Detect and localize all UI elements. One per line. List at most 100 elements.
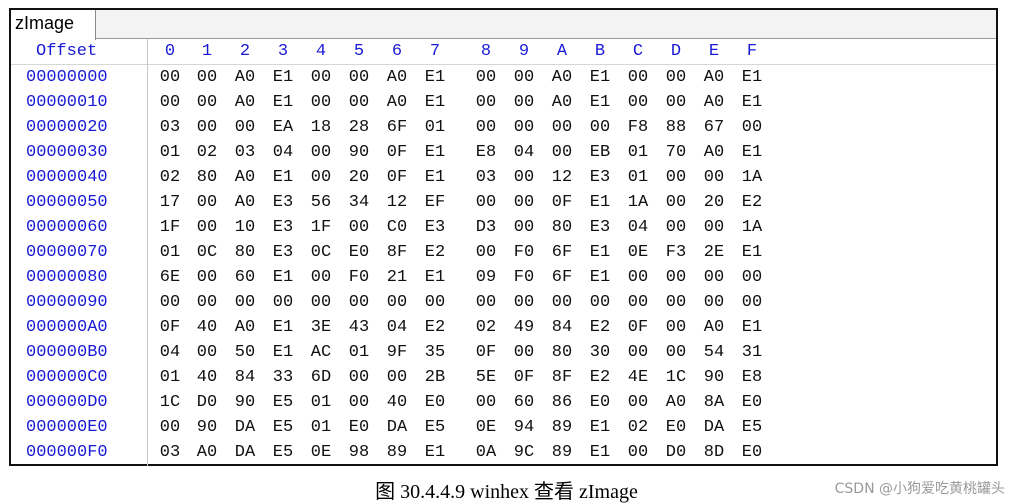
hex-byte[interactable]: 9C — [512, 440, 536, 465]
hex-byte[interactable]: 00 — [702, 265, 726, 290]
hex-byte[interactable]: 04 — [271, 140, 295, 165]
hex-byte[interactable]: E1 — [423, 265, 447, 290]
hex-byte[interactable]: E0 — [588, 390, 612, 415]
hex-byte[interactable]: 0F — [385, 165, 409, 190]
hex-byte[interactable]: 00 — [588, 290, 612, 315]
hex-byte[interactable]: 00 — [664, 290, 688, 315]
hex-byte[interactable]: 00 — [474, 290, 498, 315]
row-offset[interactable]: 00000070 — [26, 240, 108, 265]
row-offset[interactable]: 00000060 — [26, 215, 108, 240]
hex-byte[interactable]: 3E — [309, 315, 333, 340]
hex-byte[interactable]: A0 — [550, 90, 574, 115]
hex-byte[interactable]: 00 — [158, 65, 182, 90]
hex-byte[interactable]: 00 — [347, 215, 371, 240]
hex-byte[interactable]: 88 — [664, 115, 688, 140]
hex-byte[interactable]: 1C — [664, 365, 688, 390]
hex-byte[interactable]: 00 — [702, 165, 726, 190]
row-offset[interactable]: 00000030 — [26, 140, 108, 165]
hex-byte[interactable]: 00 — [740, 115, 764, 140]
hex-byte[interactable]: 60 — [512, 390, 536, 415]
hex-byte[interactable]: E1 — [271, 90, 295, 115]
hex-byte[interactable]: E2 — [588, 365, 612, 390]
hex-byte[interactable]: 9F — [385, 340, 409, 365]
hex-byte[interactable]: DA — [385, 415, 409, 440]
hex-byte[interactable]: 49 — [512, 315, 536, 340]
row-offset[interactable]: 000000D0 — [26, 390, 108, 415]
hex-byte[interactable]: 90 — [347, 140, 371, 165]
hex-byte[interactable]: 01 — [309, 415, 333, 440]
row-offset[interactable]: 00000000 — [26, 65, 108, 90]
hex-byte[interactable]: C0 — [385, 215, 409, 240]
hex-byte[interactable]: 1F — [309, 215, 333, 240]
hex-byte[interactable]: 00 — [702, 290, 726, 315]
tab-zimage[interactable]: zImage — [11, 10, 96, 40]
hex-byte[interactable]: 01 — [626, 140, 650, 165]
hex-byte[interactable]: 04 — [158, 340, 182, 365]
hex-byte[interactable]: E1 — [740, 140, 764, 165]
hex-byte[interactable]: E1 — [271, 340, 295, 365]
hex-byte[interactable]: A0 — [233, 90, 257, 115]
row-offset[interactable]: 000000F0 — [26, 440, 108, 465]
hex-byte[interactable]: 00 — [195, 265, 219, 290]
hex-byte[interactable]: DA — [233, 415, 257, 440]
row-offset[interactable]: 00000040 — [26, 165, 108, 190]
hex-byte[interactable]: 8A — [702, 390, 726, 415]
hex-byte[interactable]: 80 — [233, 240, 257, 265]
hex-byte[interactable]: 1F — [158, 215, 182, 240]
hex-byte[interactable]: 00 — [347, 90, 371, 115]
hex-byte[interactable]: E0 — [347, 240, 371, 265]
hex-byte[interactable]: 0C — [195, 240, 219, 265]
hex-byte[interactable]: E1 — [423, 440, 447, 465]
hex-byte[interactable]: E5 — [271, 440, 295, 465]
hex-byte[interactable]: A0 — [385, 65, 409, 90]
row-offset[interactable]: 00000090 — [26, 290, 108, 315]
hex-byte[interactable]: 00 — [233, 115, 257, 140]
hex-byte[interactable]: 00 — [664, 165, 688, 190]
hex-byte[interactable]: E2 — [740, 190, 764, 215]
hex-byte[interactable]: A0 — [195, 440, 219, 465]
hex-byte[interactable]: E1 — [740, 315, 764, 340]
hex-byte[interactable]: 5E — [474, 365, 498, 390]
hex-byte[interactable]: 00 — [474, 390, 498, 415]
hex-byte[interactable]: 02 — [626, 415, 650, 440]
hex-byte[interactable]: 00 — [626, 65, 650, 90]
hex-byte[interactable]: 30 — [588, 340, 612, 365]
hex-byte[interactable]: 03 — [233, 140, 257, 165]
hex-byte[interactable]: E1 — [740, 240, 764, 265]
hex-byte[interactable]: A0 — [702, 65, 726, 90]
hex-byte[interactable]: 00 — [195, 290, 219, 315]
hex-byte[interactable]: 54 — [702, 340, 726, 365]
hex-byte[interactable]: E1 — [588, 415, 612, 440]
hex-byte[interactable]: 1A — [740, 215, 764, 240]
hex-byte[interactable]: E5 — [423, 415, 447, 440]
hex-byte[interactable]: E1 — [588, 440, 612, 465]
hex-byte[interactable]: E0 — [423, 390, 447, 415]
hex-byte[interactable]: E1 — [740, 65, 764, 90]
hex-byte[interactable]: 56 — [309, 190, 333, 215]
hex-byte[interactable]: 02 — [474, 315, 498, 340]
hex-byte[interactable]: 0C — [309, 240, 333, 265]
hex-byte[interactable]: 18 — [309, 115, 333, 140]
hex-byte[interactable]: A0 — [702, 315, 726, 340]
hex-byte[interactable]: 01 — [423, 115, 447, 140]
hex-byte[interactable]: 67 — [702, 115, 726, 140]
hex-byte[interactable]: F0 — [512, 265, 536, 290]
hex-byte[interactable]: 00 — [195, 115, 219, 140]
hex-byte[interactable]: 4E — [626, 365, 650, 390]
hex-byte[interactable]: 00 — [664, 315, 688, 340]
hex-byte[interactable]: 00 — [664, 265, 688, 290]
hex-byte[interactable]: E0 — [740, 440, 764, 465]
hex-byte[interactable]: 00 — [474, 240, 498, 265]
hex-byte[interactable]: E3 — [271, 215, 295, 240]
hex-byte[interactable]: 00 — [309, 290, 333, 315]
hex-byte[interactable]: 21 — [385, 265, 409, 290]
hex-byte[interactable]: 80 — [550, 215, 574, 240]
hex-byte[interactable]: 1C — [158, 390, 182, 415]
hex-byte[interactable]: A0 — [233, 315, 257, 340]
hex-byte[interactable]: 84 — [550, 315, 574, 340]
hex-byte[interactable]: E1 — [423, 65, 447, 90]
hex-byte[interactable]: 34 — [347, 190, 371, 215]
hex-byte[interactable]: 00 — [550, 290, 574, 315]
hex-byte[interactable]: 17 — [158, 190, 182, 215]
hex-byte[interactable]: 00 — [512, 65, 536, 90]
